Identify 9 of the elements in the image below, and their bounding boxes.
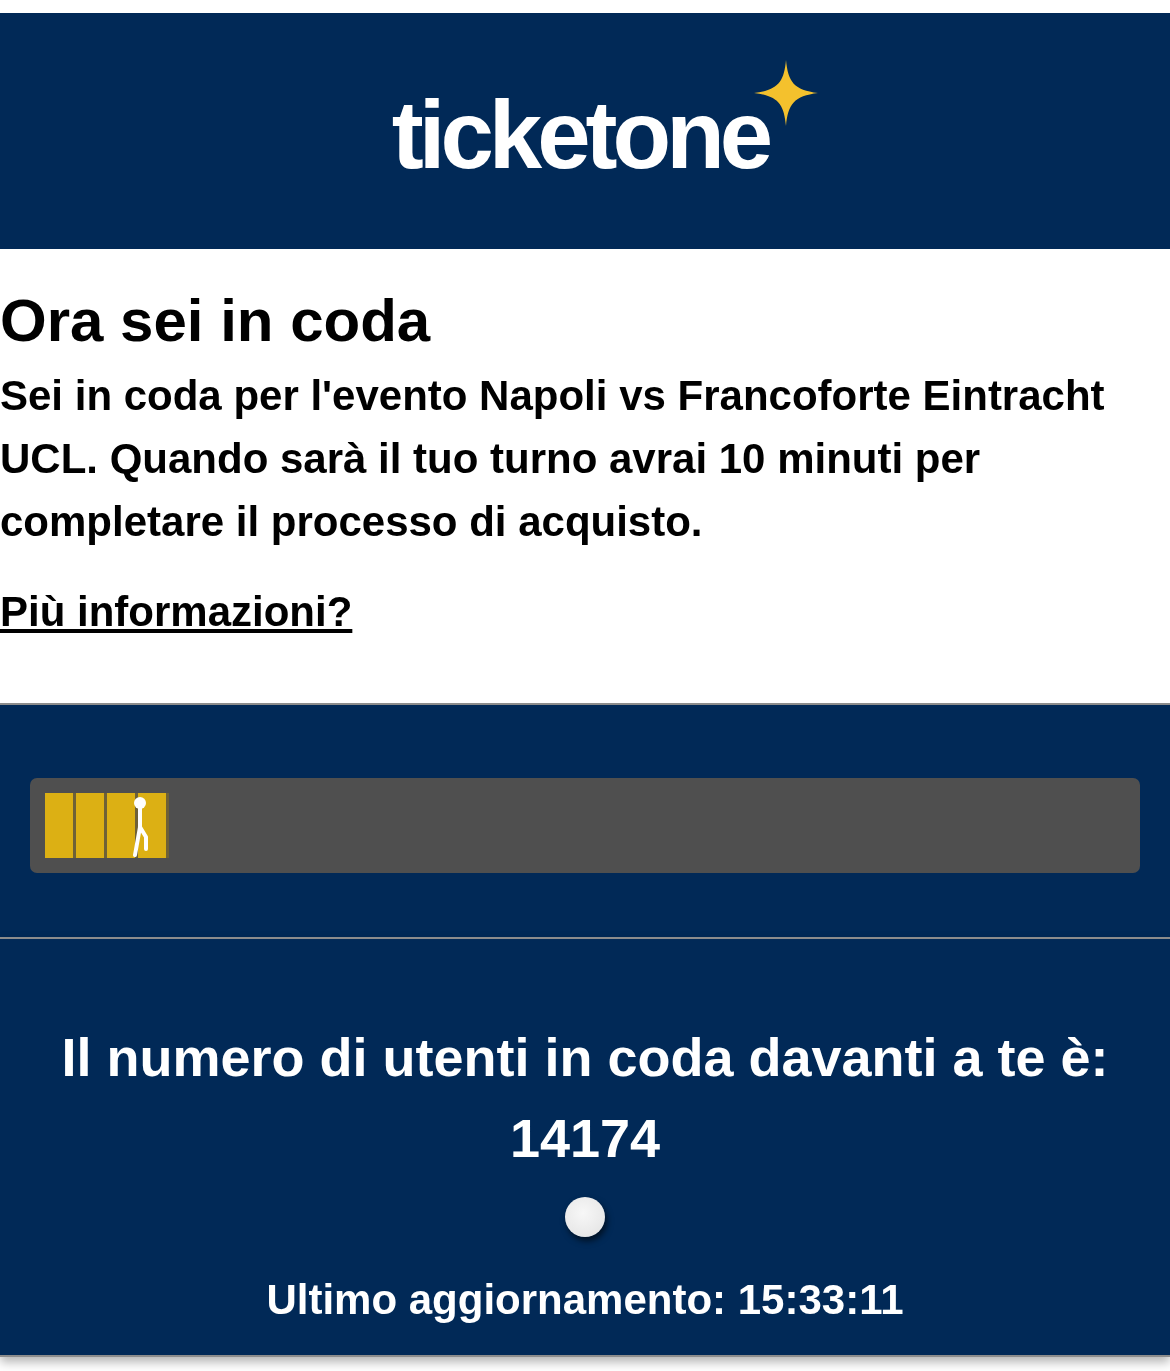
walking-person-icon xyxy=(132,797,151,857)
page-heading: Ora sei in coda xyxy=(0,286,432,356)
last-update-text: Ultimo aggiornamento: 15:33:11 xyxy=(266,1275,904,1325)
queue-message: Sei in coda per l'evento Napoli vs Francoforte Eintracht UCL. Quando sarà il tuo turno avrai 10 minuti per completare il processo di acquisto. xyxy=(0,371,1106,547)
queue-count-label: Il numero di utenti in coda davanti a te è: xyxy=(61,1026,1109,1089)
loading-dot-icon xyxy=(565,1197,605,1237)
more-info-link[interactable]: Più informazioni? xyxy=(0,580,353,643)
queue-count: 14174 xyxy=(509,1107,661,1170)
logo-wordmark: ticketone xyxy=(391,87,769,183)
